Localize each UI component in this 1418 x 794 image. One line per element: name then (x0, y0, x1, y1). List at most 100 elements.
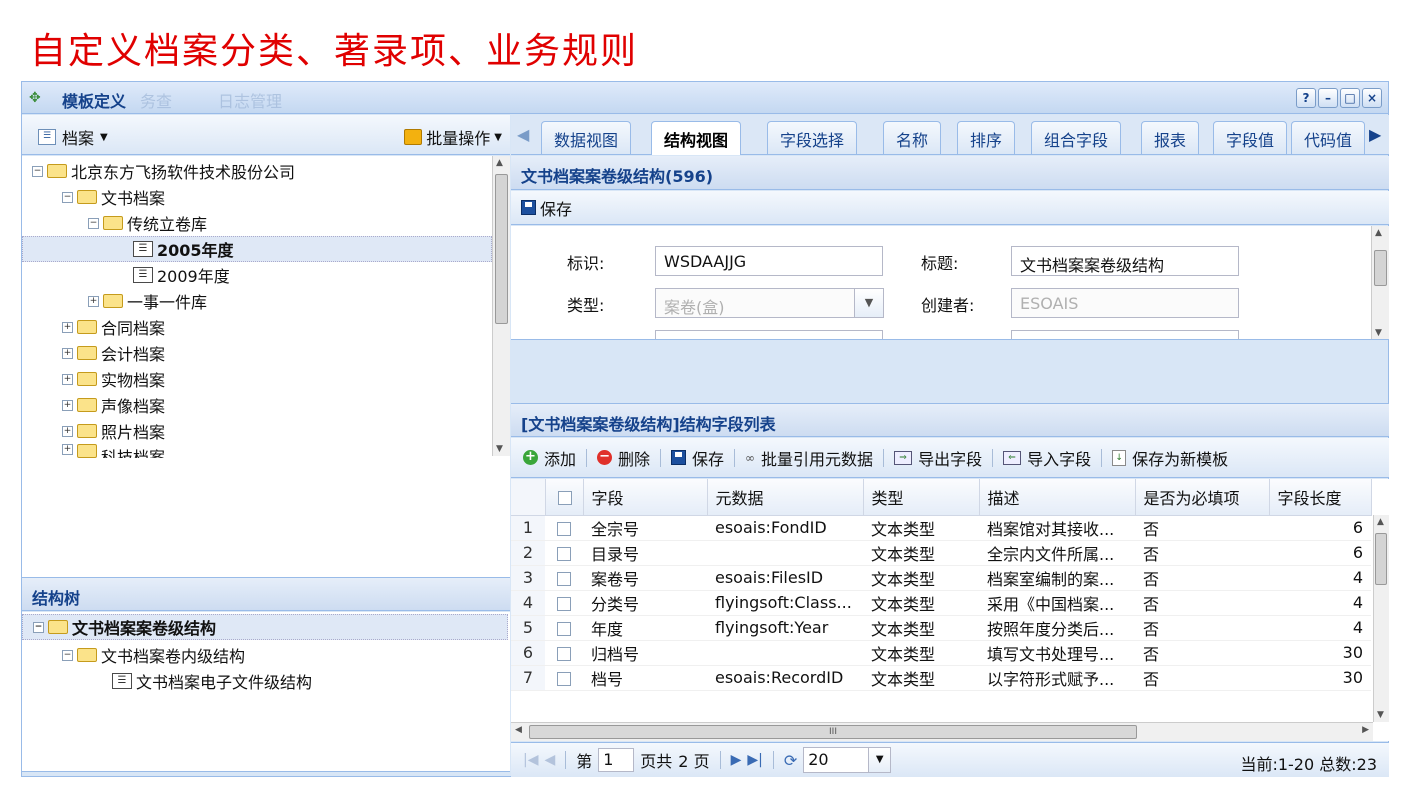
page-number-input[interactable]: 1 (598, 748, 635, 772)
save-as-template-button[interactable]: 保存为新模板 (1132, 446, 1228, 470)
scroll-thumb[interactable] (1374, 250, 1387, 286)
row-checkbox-cell[interactable] (545, 565, 583, 591)
expand-icon[interactable]: + (62, 347, 73, 359)
tree-node[interactable]: − 文书档案 (62, 184, 165, 210)
table-row[interactable]: 7 档号 esoais:RecordID 文本类型 以字符形式赋予... 否 30 (511, 665, 1371, 691)
tree-node[interactable]: + 会计档案 (62, 340, 165, 366)
collapse-icon[interactable]: − (88, 217, 99, 229)
refresh-icon[interactable]: ⟳ (784, 751, 797, 770)
tab-field-value[interactable]: 字段值 (1213, 121, 1288, 154)
add-button[interactable]: 添加 (544, 446, 576, 470)
archive-dropdown[interactable]: ☰ 档案 ▼ (38, 125, 108, 149)
scroll-up-icon[interactable]: ▲ (496, 158, 503, 168)
page-size-select[interactable]: 20 ▼ (803, 747, 892, 773)
scroll-up-icon[interactable]: ▲ (1377, 517, 1384, 527)
row-checkbox[interactable] (557, 646, 571, 661)
tree-node[interactable]: ☰ 文书档案电子文件级结构 (112, 668, 312, 694)
scroll-right-icon[interactable]: ▶ (1362, 725, 1369, 735)
row-checkbox[interactable] (557, 546, 571, 561)
collapse-icon[interactable]: − (62, 191, 73, 203)
tree-node[interactable]: + 一事一件库 (88, 288, 207, 314)
prev-page-icon[interactable]: ◀ (544, 752, 555, 768)
grid-save-button[interactable]: 保存 (692, 446, 724, 470)
row-checkbox-cell[interactable] (545, 615, 583, 641)
table-row[interactable]: 5 年度 flyingsoft:Year 文本类型 按照年度分类后... 否 4 (511, 615, 1371, 641)
collapse-icon[interactable]: − (32, 165, 43, 177)
tree-node[interactable]: + 科技档案 (62, 444, 165, 458)
column-header[interactable]: 是否为必填项 (1135, 479, 1270, 516)
batch-reference-button[interactable]: 批量引用元数据 (761, 446, 873, 470)
first-page-icon[interactable]: |◀ (523, 752, 538, 768)
tab-field-select[interactable]: 字段选择 (767, 121, 858, 154)
table-row[interactable]: 1 全宗号 esoais:FondID 文本类型 档案馆对其接收... 否 6 (511, 515, 1371, 541)
row-checkbox[interactable] (557, 596, 571, 611)
tab-scroll-left-icon[interactable]: ◀ (517, 125, 529, 144)
form-scrollbar[interactable]: ▲ ▼ (1371, 226, 1389, 339)
tab-data-view[interactable]: 数据视图 (541, 121, 632, 154)
select-all-header[interactable] (545, 479, 584, 516)
tree-node[interactable]: ☰ 2009年度 (133, 262, 230, 288)
last-page-icon[interactable]: ▶| (747, 752, 762, 768)
scroll-left-icon[interactable]: ◀ (515, 725, 522, 735)
tab-report[interactable]: 报表 (1141, 121, 1200, 154)
row-checkbox-cell[interactable] (545, 515, 583, 541)
expand-icon[interactable]: + (88, 295, 99, 307)
collapse-icon[interactable]: − (33, 621, 44, 633)
tree-node-selected[interactable]: ☰ 2005年度 (22, 236, 492, 262)
scroll-down-icon[interactable]: ▼ (496, 444, 503, 454)
expand-icon[interactable]: + (62, 321, 73, 333)
tab-code-value[interactable]: 代码值 (1291, 121, 1366, 154)
row-checkbox-cell[interactable] (545, 540, 583, 566)
chevron-down-icon[interactable]: ▼ (868, 748, 891, 772)
tree-node[interactable]: − 传统立卷库 (88, 210, 207, 236)
scroll-down-icon[interactable]: ▼ (1375, 328, 1382, 338)
scroll-down-icon[interactable]: ▼ (1377, 710, 1384, 720)
row-checkbox[interactable] (557, 521, 571, 536)
batch-operation-button[interactable]: 批量操作 ▼ (404, 125, 502, 149)
creator-field[interactable]: ESOAIS (1011, 288, 1239, 318)
grid-horizontal-scrollbar[interactable]: ◀ III ▶ (511, 722, 1373, 741)
type-field[interactable]: 案卷(盒) (655, 288, 855, 318)
export-fields-button[interactable]: 导出字段 (918, 446, 982, 470)
scroll-thumb[interactable]: III (529, 725, 1137, 739)
table-row[interactable]: 2 目录号 文本类型 全宗内文件所属... 否 6 (511, 540, 1371, 566)
row-checkbox-cell[interactable] (545, 640, 583, 666)
minimize-button[interactable]: – (1318, 88, 1338, 108)
tree-scrollbar[interactable]: ▲ ▼ (492, 156, 510, 456)
tree-node[interactable]: + 声像档案 (62, 392, 165, 418)
select-all-checkbox[interactable] (557, 490, 572, 505)
tree-node[interactable]: + 合同档案 (62, 314, 165, 340)
row-checkbox-cell[interactable] (545, 665, 583, 691)
help-button[interactable]: ? (1296, 88, 1316, 108)
expand-icon[interactable]: + (62, 444, 73, 455)
tab-name[interactable]: 名称 (883, 121, 942, 154)
tree-node[interactable]: + 实物档案 (62, 366, 165, 392)
row-checkbox[interactable] (557, 621, 571, 636)
maximize-button[interactable]: □ (1340, 88, 1360, 108)
expand-icon[interactable]: + (62, 373, 73, 385)
column-header[interactable]: 元数据 (707, 479, 864, 516)
id-field[interactable]: WSDAAJJG (655, 246, 883, 276)
table-row[interactable]: 4 分类号 flyingsoft:Class... 文本类型 采用《中国档案... 否 4 (511, 590, 1371, 616)
chevron-down-icon[interactable]: ▼ (854, 288, 884, 318)
tab-scroll-right-icon[interactable]: ▶ (1369, 125, 1381, 144)
table-row[interactable]: 6 归档号 文本类型 填写文书处理号... 否 30 (511, 640, 1371, 666)
column-header[interactable]: 字段长度 (1269, 479, 1372, 516)
form-save-button[interactable]: 保存 (540, 196, 572, 220)
tab-structure-view[interactable]: 结构视图 (651, 121, 742, 155)
grid-vertical-scrollbar[interactable]: ▲ ▼ (1373, 515, 1389, 722)
scroll-thumb[interactable] (495, 174, 508, 324)
collapse-icon[interactable]: − (62, 649, 73, 661)
tree-node[interactable]: + 照片档案 (62, 418, 165, 444)
expand-icon[interactable]: + (62, 399, 73, 411)
column-header[interactable]: 描述 (979, 479, 1136, 516)
scroll-thumb[interactable] (1375, 533, 1387, 585)
column-header[interactable]: 字段 (583, 479, 708, 516)
next-page-icon[interactable]: ▶ (731, 752, 742, 768)
tab-sort[interactable]: 排序 (957, 121, 1016, 154)
table-row[interactable]: 3 案卷号 esoais:FilesID 文本类型 档案室编制的案... 否 4 (511, 565, 1371, 591)
close-button[interactable]: × (1362, 88, 1382, 108)
tab-combined-field[interactable]: 组合字段 (1031, 121, 1122, 154)
delete-button[interactable]: 删除 (618, 446, 650, 470)
title-field[interactable]: 文书档案案卷级结构 (1011, 246, 1239, 276)
